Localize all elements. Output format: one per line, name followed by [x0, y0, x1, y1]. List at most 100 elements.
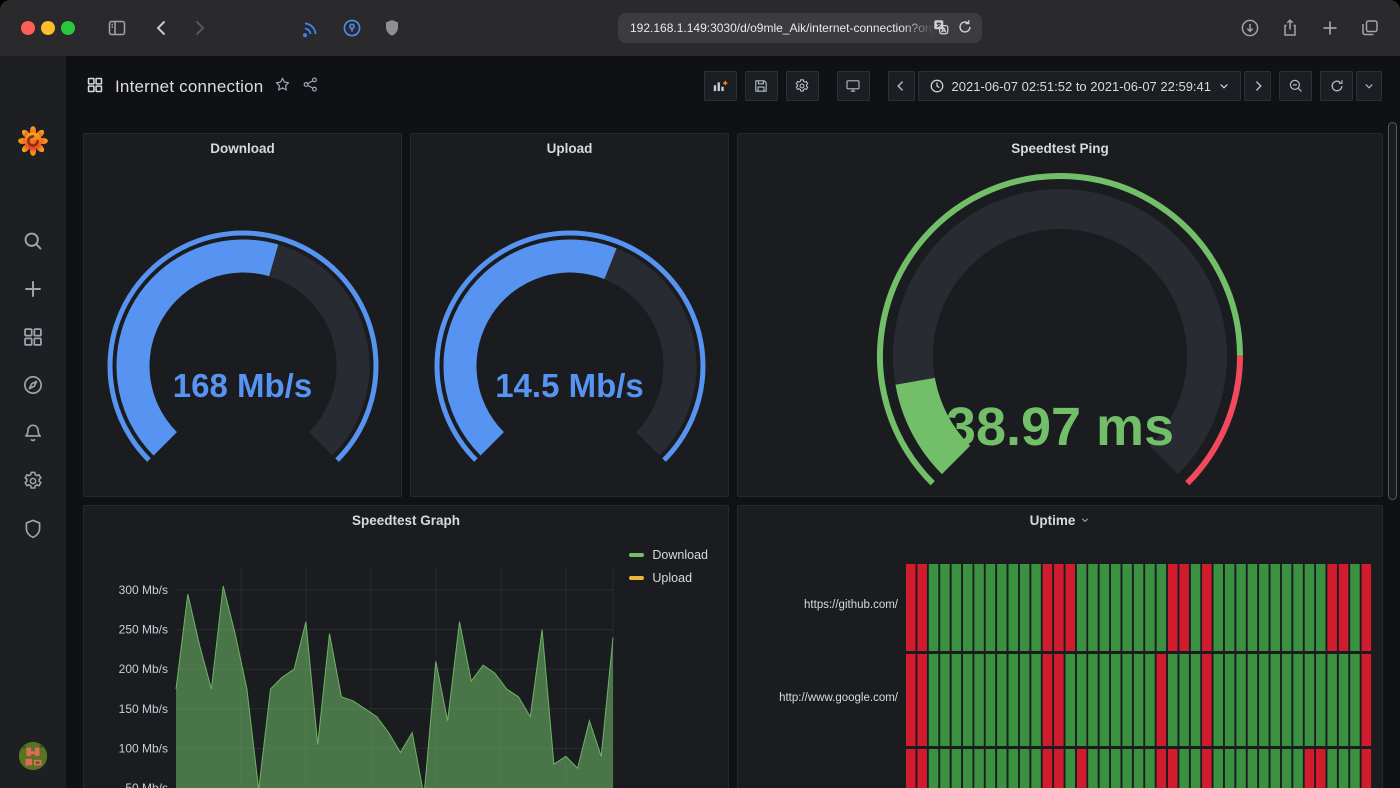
- uptime-cell: [1339, 749, 1349, 788]
- refresh-interval-dropdown[interactable]: [1356, 71, 1382, 101]
- y-axis-tick: 200 Mb/s: [119, 662, 168, 676]
- create-icon[interactable]: [0, 269, 66, 309]
- help-icon[interactable]: [0, 782, 66, 788]
- time-range-forward-button[interactable]: [1244, 71, 1271, 101]
- configuration-gear-icon[interactable]: [0, 461, 66, 501]
- uptime-cell: [1031, 749, 1041, 788]
- dashboard-main: Internet connection: [66, 56, 1400, 788]
- sidebar-toggle-icon[interactable]: [103, 14, 131, 42]
- cycle-view-mode-button[interactable]: [837, 71, 870, 101]
- download-gauge: [93, 226, 393, 466]
- tab-overview-icon[interactable]: [1356, 14, 1384, 42]
- legend-item-download[interactable]: Download: [629, 548, 708, 562]
- uptime-cell: [1043, 654, 1053, 746]
- page-scrollbar[interactable]: [1388, 122, 1397, 500]
- uptime-cell: [929, 564, 939, 651]
- uptime-cell: [974, 564, 984, 651]
- uptime-cell: [1100, 749, 1110, 788]
- time-range-back-button[interactable]: [888, 71, 915, 101]
- panel-uptime: Uptime https://github.com/ http://www.go…: [737, 505, 1383, 788]
- uptime-cell: [1020, 564, 1030, 651]
- uptime-cell: [1350, 654, 1360, 746]
- grafana-logo[interactable]: [0, 121, 66, 161]
- uptime-cell: [1066, 654, 1076, 746]
- y-axis-tick: 100 Mb/s: [119, 741, 168, 755]
- uptime-cell: [1157, 749, 1167, 788]
- upload-series-swatch: [629, 576, 644, 580]
- uptime-cell: [1009, 564, 1019, 651]
- breadcrumb: Internet connection: [86, 71, 319, 103]
- uptime-cell: [1293, 654, 1303, 746]
- uptime-cell: [1157, 564, 1167, 651]
- uptime-cell: [1122, 654, 1132, 746]
- uptime-cell: [940, 564, 950, 651]
- uptime-cell: [1327, 749, 1337, 788]
- panel-download: Download 168 Mb/s: [83, 133, 402, 497]
- uptime-cell: [1282, 749, 1292, 788]
- uptime-cell: [1077, 654, 1087, 746]
- window-zoom-button[interactable]: [61, 21, 75, 35]
- onepassword-extension-icon[interactable]: [338, 14, 366, 42]
- zoom-out-button[interactable]: [1279, 71, 1312, 101]
- explore-icon[interactable]: [0, 365, 66, 405]
- time-range-picker[interactable]: 2021-06-07 02:51:52 to 2021-06-07 22:59:…: [918, 71, 1242, 101]
- y-axis-tick: 250 Mb/s: [119, 623, 168, 637]
- panel-upload: Upload 14.5 Mb/s: [410, 133, 729, 497]
- uptime-cell: [986, 564, 996, 651]
- dashboard-title[interactable]: Internet connection: [115, 77, 263, 97]
- uptime-cell: [1077, 564, 1087, 651]
- new-tab-icon[interactable]: [1316, 14, 1344, 42]
- uptime-cell: [1009, 749, 1019, 788]
- dashboards-icon[interactable]: [0, 317, 66, 357]
- uptime-cell: [1168, 564, 1178, 651]
- share-icon[interactable]: [1276, 14, 1304, 42]
- window-minimize-button[interactable]: [41, 21, 55, 35]
- uptime-cell: [997, 749, 1007, 788]
- panel-title-upload[interactable]: Upload: [411, 141, 728, 156]
- content-blocker-shield-icon[interactable]: [378, 14, 406, 42]
- star-icon[interactable]: [274, 76, 291, 98]
- uptime-cell: [1282, 654, 1292, 746]
- share-dashboard-icon[interactable]: [302, 76, 319, 98]
- uptime-cell: [952, 564, 962, 651]
- forward-icon[interactable]: [185, 14, 213, 42]
- save-dashboard-button[interactable]: [745, 71, 778, 101]
- translate-icon[interactable]: [932, 18, 950, 39]
- uptime-cell: [1305, 749, 1315, 788]
- refresh-button[interactable]: [1320, 71, 1353, 101]
- uptime-cell: [1031, 564, 1041, 651]
- uptime-cell: [1122, 564, 1132, 651]
- panel-title-ping[interactable]: Speedtest Ping: [738, 141, 1382, 156]
- panel-title-download[interactable]: Download: [84, 141, 401, 156]
- uptime-cell: [917, 564, 927, 651]
- search-icon[interactable]: [0, 221, 66, 261]
- user-avatar[interactable]: [0, 736, 66, 776]
- alerting-bell-icon[interactable]: [0, 413, 66, 453]
- uptime-cell: [1248, 749, 1258, 788]
- clock-icon: [929, 78, 945, 94]
- g-upload-svg: [420, 226, 720, 466]
- back-icon[interactable]: [148, 14, 176, 42]
- uptime-cell: [1293, 749, 1303, 788]
- legend-item-upload[interactable]: Upload: [629, 571, 708, 585]
- dashboard-settings-button[interactable]: [786, 71, 819, 101]
- uptime-cell: [1179, 654, 1189, 746]
- server-admin-shield-icon[interactable]: [0, 509, 66, 549]
- add-panel-button[interactable]: [704, 71, 737, 101]
- downloads-icon[interactable]: [1236, 14, 1264, 42]
- dashboard-grid-icon[interactable]: [86, 76, 104, 99]
- uptime-cell: [1248, 564, 1258, 651]
- uptime-cell: [1271, 654, 1281, 746]
- uptime-cell: [1248, 654, 1258, 746]
- address-bar[interactable]: 192.168.1.149:3030/d/o9mle_Aik/internet-…: [618, 13, 982, 43]
- uptime-cell: [952, 654, 962, 746]
- rss-extension-icon[interactable]: [297, 14, 325, 42]
- uptime-cell: [1043, 564, 1053, 651]
- window-close-button[interactable]: [21, 21, 35, 35]
- reload-icon[interactable]: [956, 18, 974, 39]
- uptime-cell: [1179, 749, 1189, 788]
- g-download-svg: [93, 226, 393, 466]
- uptime-cell: [1362, 564, 1372, 651]
- uptime-cell: [1305, 654, 1315, 746]
- uptime-heatmap: [738, 506, 1383, 788]
